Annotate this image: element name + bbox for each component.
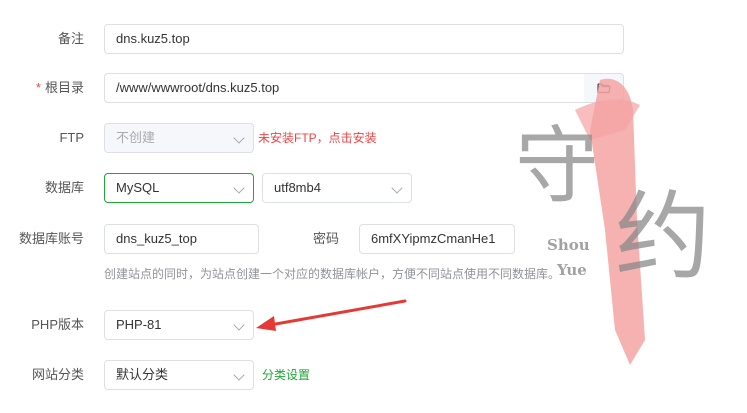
remark-label: 备注	[57, 31, 84, 46]
ftp-label: FTP	[59, 130, 84, 145]
database-label: 数据库	[44, 180, 84, 195]
php-version-select[interactable]: PHP-81	[104, 310, 254, 340]
db-account-label: 数据库账号	[18, 231, 84, 246]
chevron-down-icon	[233, 319, 245, 331]
watermark-logo: 守 约 Shou Yue	[505, 70, 747, 370]
db-account-hint: 创建站点的同时，为站点创建一个对应的数据库帐户，方便不同站点使用不同数据库。	[104, 267, 561, 281]
remark-input[interactable]: dns.kuz5.top	[104, 24, 624, 54]
db-password-label: 密码	[312, 231, 339, 246]
watermark-text-shou: Shou	[547, 236, 590, 254]
ftp-select[interactable]: 不创建	[104, 123, 254, 153]
db-account-input[interactable]: dns_kuz5_top	[104, 224, 259, 254]
watermark-char-shou: 守	[515, 117, 599, 215]
chevron-down-icon	[233, 132, 245, 144]
php-version-label: PHP版本	[31, 317, 84, 332]
category-settings-link[interactable]: 分类设置	[262, 360, 310, 390]
site-category-label: 网站分类	[31, 367, 84, 382]
ftp-install-link[interactable]: 未安装FTP，点击安装	[258, 123, 377, 153]
chevron-down-icon	[233, 369, 245, 381]
required-mark: *	[35, 80, 41, 95]
root-dir-label: * 根目录	[35, 80, 84, 95]
annotation-arrow	[256, 299, 407, 331]
site-category-select[interactable]: 默认分类	[104, 360, 254, 390]
database-type-select[interactable]: MySQL	[104, 173, 254, 203]
watermark-text-yue: Yue	[556, 261, 587, 279]
chevron-down-icon	[233, 182, 245, 194]
watermark-char-yue: 约	[615, 181, 711, 293]
chevron-down-icon	[391, 182, 403, 194]
database-charset-select[interactable]: utf8mb4	[262, 173, 412, 203]
db-password-input[interactable]: 6mfXYipmzCmanHe1	[359, 224, 515, 254]
